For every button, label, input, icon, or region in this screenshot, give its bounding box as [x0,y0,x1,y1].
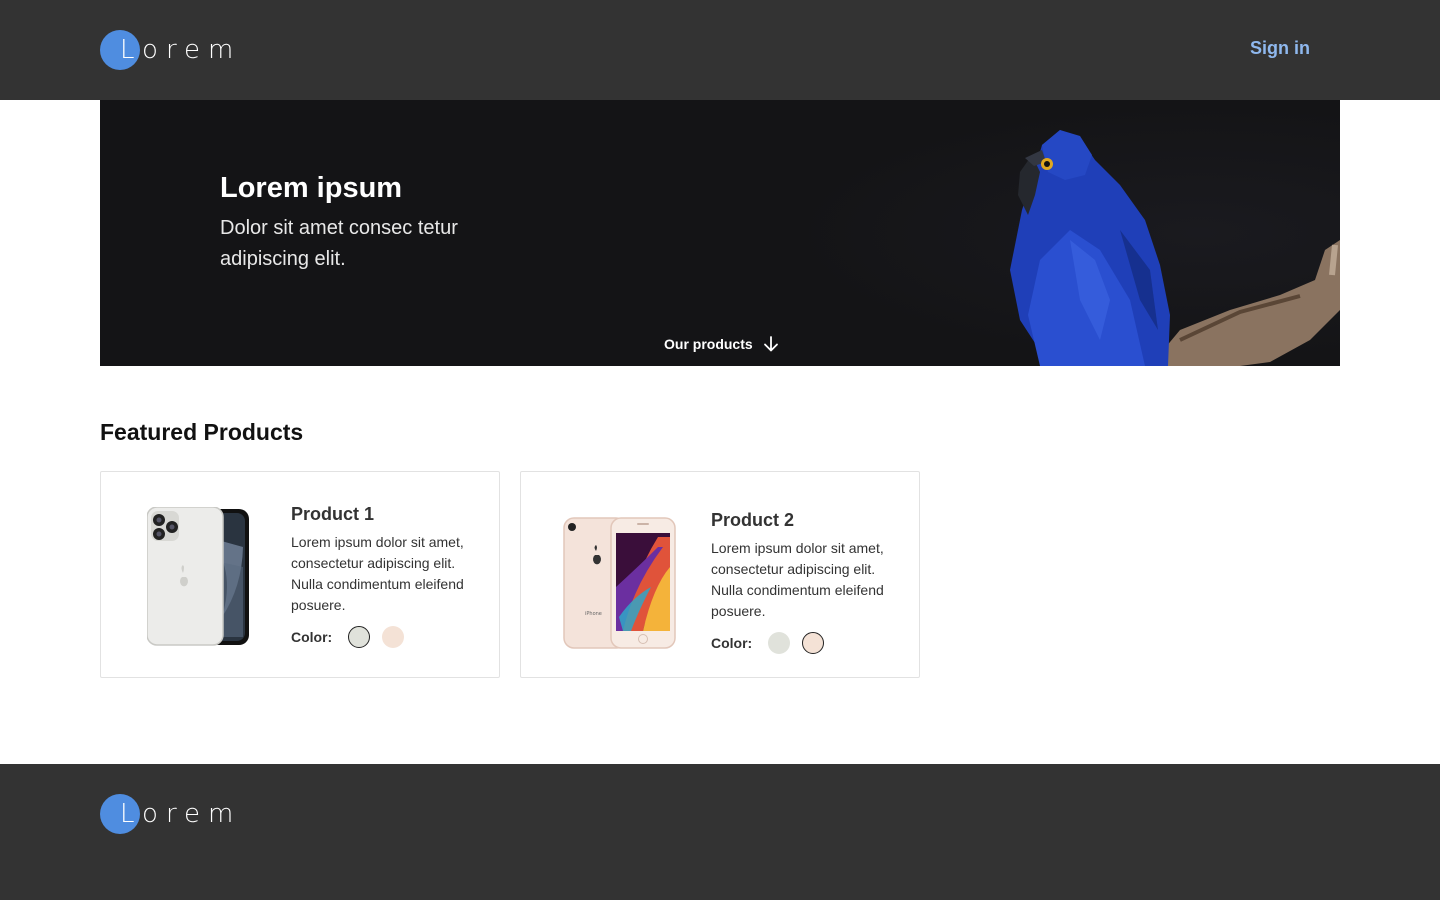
logo[interactable]: Lorem [100,30,241,70]
sign-in-link[interactable]: Sign in [1250,38,1310,59]
parrot-image [1010,130,1340,366]
product-card[interactable]: iPhone Product 2 Lorem ipsum dolor sit a… [520,471,920,678]
svg-text:iPhone: iPhone [585,611,602,617]
product-2-image: iPhone [563,517,676,649]
color-swatch-silver[interactable] [768,632,791,654]
product-1-color-options: Color: [291,626,416,648]
footer-logo[interactable]: Lorem [100,794,241,834]
product-1-description: Lorem ipsum dolor sit amet, consectetur … [291,534,464,613]
product-1-image [147,507,249,646]
color-label: Color: [291,629,333,645]
hero-banner: Lorem ipsum Dolor sit amet consec tetur … [100,100,1340,366]
top-header: Lorem Sign in [0,0,1440,100]
our-products-link[interactable]: Our products [664,336,779,352]
product-card[interactable]: Product 1 Lorem ipsum dolor sit amet, co… [100,471,500,678]
color-swatch-rose[interactable] [382,626,405,648]
product-2-title: Product 2 [711,510,795,530]
product-2-color-options: Color: [711,632,836,654]
product-2-description: Lorem ipsum dolor sit amet, consectetur … [711,540,884,619]
featured-products-title: Featured Products [100,419,304,445]
footer: Lorem [0,764,1440,900]
arrow-down-icon [763,336,778,352]
product-1-title: Product 1 [291,504,375,524]
color-swatch-silver[interactable] [348,626,371,648]
color-swatch-rose[interactable] [802,632,825,654]
color-label: Color: [711,635,753,651]
logo-text: Lorem [120,799,242,829]
hero-subtitle: Dolor sit amet consec tetur adipiscing e… [220,217,458,270]
hero-title: Lorem ipsum [220,172,403,204]
logo-text: Lorem [120,35,242,65]
our-products-label: Our products [664,336,753,352]
